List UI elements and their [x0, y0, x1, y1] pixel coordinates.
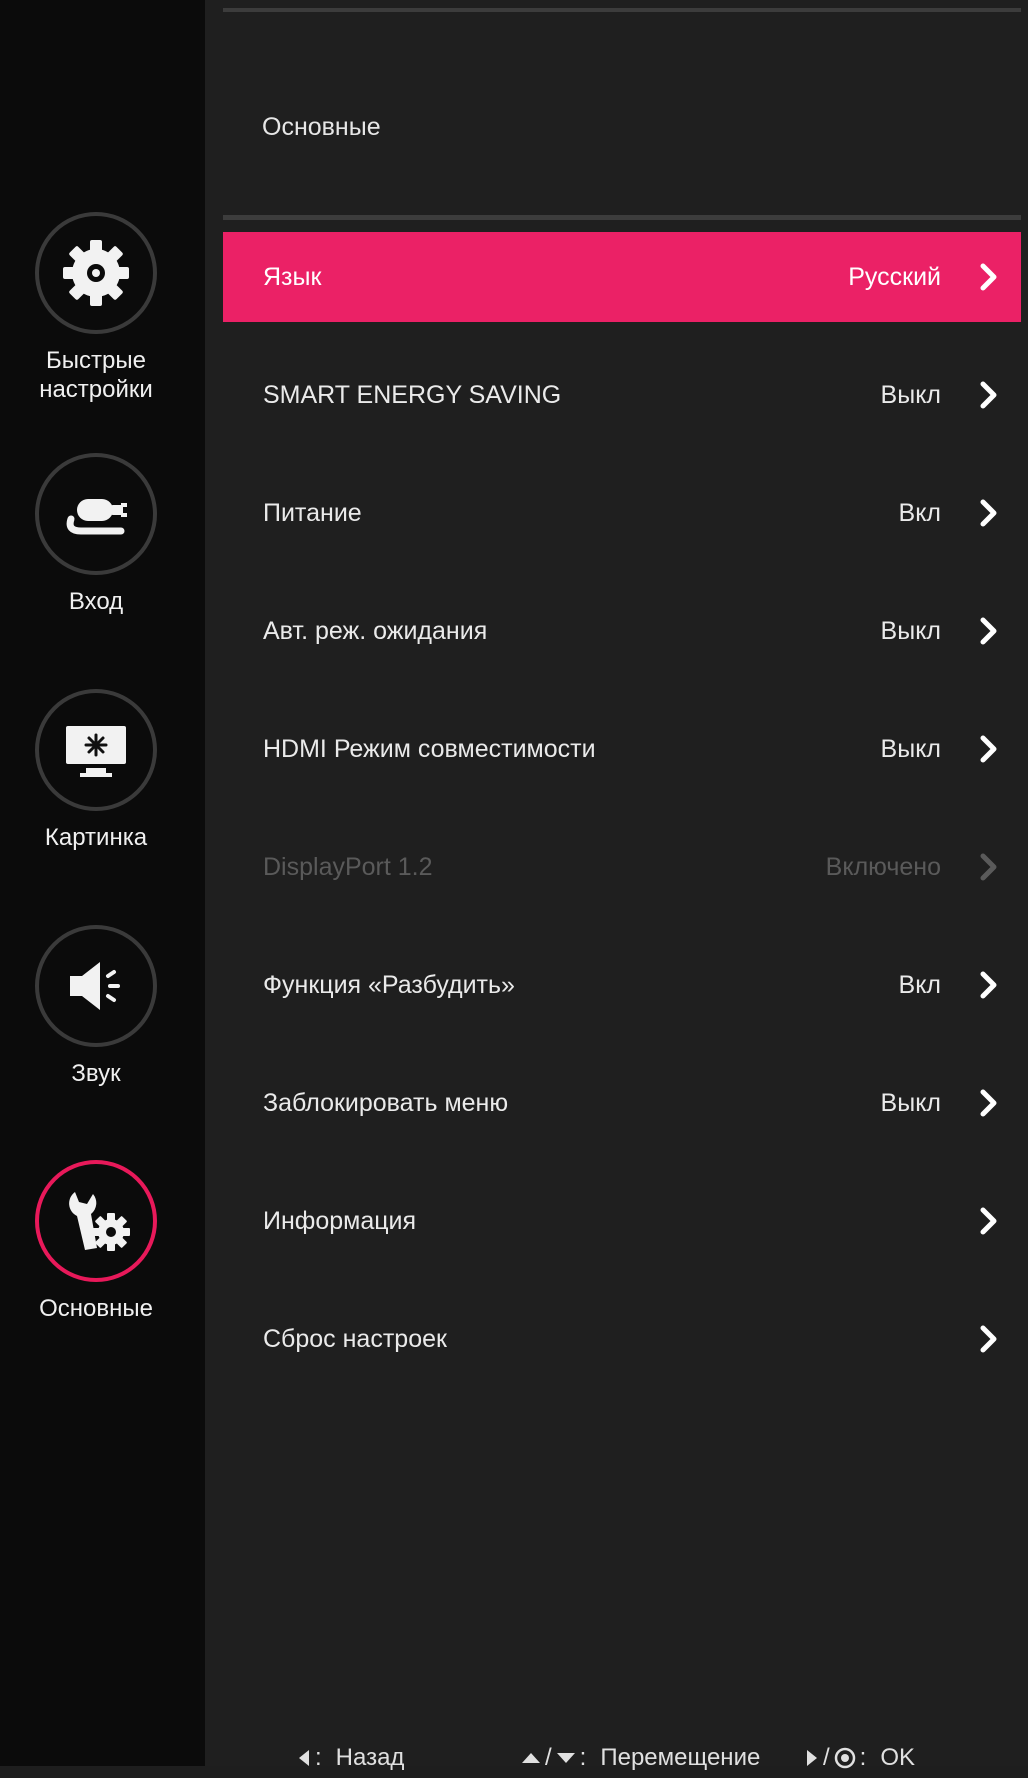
settings-row[interactable]: Питание Вкл: [223, 468, 1021, 558]
row-value: Русский: [848, 262, 941, 291]
row-value: Включено: [825, 852, 941, 881]
settings-row[interactable]: Функция «Разбудить» Вкл: [223, 940, 1021, 1030]
nav-circle: [35, 925, 157, 1047]
chevron-right-icon: [980, 1207, 997, 1235]
divider: [223, 215, 1021, 220]
row-value: Вкл: [898, 498, 941, 527]
nav-label: Картинка: [44, 824, 148, 851]
down-arrow-icon: [556, 1753, 575, 1763]
move-hint: / : Перемещение: [521, 1744, 760, 1772]
sidebar-item-quick-settings[interactable]: Быстрые настройки: [0, 212, 192, 404]
row-label: Сброс настроек: [263, 1324, 447, 1353]
separator: /: [545, 1744, 552, 1771]
chevron-right-icon: [980, 499, 997, 527]
row-label: SMART ENERGY SAVING: [263, 380, 562, 409]
ok-hint: / : OK: [805, 1744, 915, 1772]
divider: [223, 8, 1021, 12]
row-label: HDMI Режим совместимости: [263, 734, 596, 763]
row-label: Авт. реж. ожидания: [263, 616, 488, 645]
row-value: Выкл: [880, 616, 941, 645]
nav-circle: [35, 689, 157, 811]
sidebar: Быстрые настройки Вход Картинка Звук Осн…: [0, 0, 205, 1766]
row-value: Выкл: [880, 1088, 941, 1117]
monitor-icon: [66, 726, 126, 777]
row-label: Заблокировать меню: [263, 1088, 509, 1117]
nav-circle: [35, 212, 157, 334]
chevron-right-icon: [980, 263, 997, 291]
settings-row[interactable]: Информация: [223, 1176, 1021, 1266]
chevron-right-icon: [980, 735, 997, 763]
row-label: Питание: [263, 498, 362, 527]
nav-label: Звук: [71, 1060, 121, 1087]
chevron-right-icon: [980, 381, 997, 409]
nav-label: Быстрые настройки: [39, 347, 153, 403]
settings-row[interactable]: Заблокировать меню Выкл: [223, 1058, 1021, 1148]
colon: :: [315, 1744, 322, 1771]
back-hint: : Назад: [297, 1744, 404, 1772]
chevron-right-icon: [980, 971, 997, 999]
speaker-icon: [70, 962, 120, 1010]
chevron-right-icon: [980, 617, 997, 645]
row-value: Вкл: [898, 970, 941, 999]
sidebar-item-general[interactable]: Основные: [0, 1160, 192, 1323]
gear-icon: [63, 240, 129, 306]
row-label: DisplayPort 1.2: [263, 852, 433, 881]
nav-label: Основные: [39, 1295, 153, 1322]
settings-row[interactable]: Язык Русский: [223, 232, 1021, 322]
settings-row[interactable]: Сброс настроек: [223, 1294, 1021, 1384]
chevron-right-icon: [980, 853, 997, 881]
settings-panel: Основные Язык Русский SMART ENERGY SAVING В…: [205, 0, 1028, 1766]
nav-label: Вход: [68, 588, 124, 615]
settings-row: DisplayPort 1.2 Включено: [223, 822, 1021, 912]
chevron-right-icon: [980, 1089, 997, 1117]
sidebar-item-picture[interactable]: Картинка: [0, 689, 192, 852]
sidebar-item-sound[interactable]: Звук: [0, 925, 192, 1088]
back-label: Назад: [335, 1744, 405, 1771]
row-value: Выкл: [880, 734, 941, 763]
colon: :: [859, 1744, 867, 1771]
settings-row[interactable]: Авт. реж. ожидания Выкл: [223, 586, 1021, 676]
move-label: Перемещение: [600, 1744, 761, 1771]
separator: /: [823, 1744, 830, 1771]
wrench-gear-icon: [69, 1192, 130, 1251]
right-arrow-icon: [807, 1750, 817, 1766]
nav-circle: [35, 1160, 157, 1282]
input-plug-icon: [66, 499, 127, 535]
footer-hints: : Назад / : Перемещение / : OK: [205, 1738, 1028, 1778]
up-arrow-icon: [522, 1753, 540, 1763]
row-value: Выкл: [880, 380, 941, 409]
settings-row[interactable]: SMART ENERGY SAVING Выкл: [223, 350, 1021, 440]
row-label: Информация: [263, 1206, 417, 1235]
ok-label: OK: [880, 1744, 916, 1771]
row-label: Функция «Разбудить»: [263, 970, 515, 999]
sidebar-item-input[interactable]: Вход: [0, 453, 192, 616]
settings-list: Язык Русский SMART ENERGY SAVING Выкл Питани…: [223, 232, 1021, 1412]
colon: :: [579, 1744, 587, 1771]
row-label: Язык: [263, 262, 322, 291]
settings-row[interactable]: HDMI Режим совместимости Выкл: [223, 704, 1021, 794]
section-title: Основные: [262, 113, 381, 141]
chevron-right-icon: [980, 1325, 997, 1353]
left-arrow-icon: [299, 1750, 309, 1766]
nav-circle: [35, 453, 157, 575]
